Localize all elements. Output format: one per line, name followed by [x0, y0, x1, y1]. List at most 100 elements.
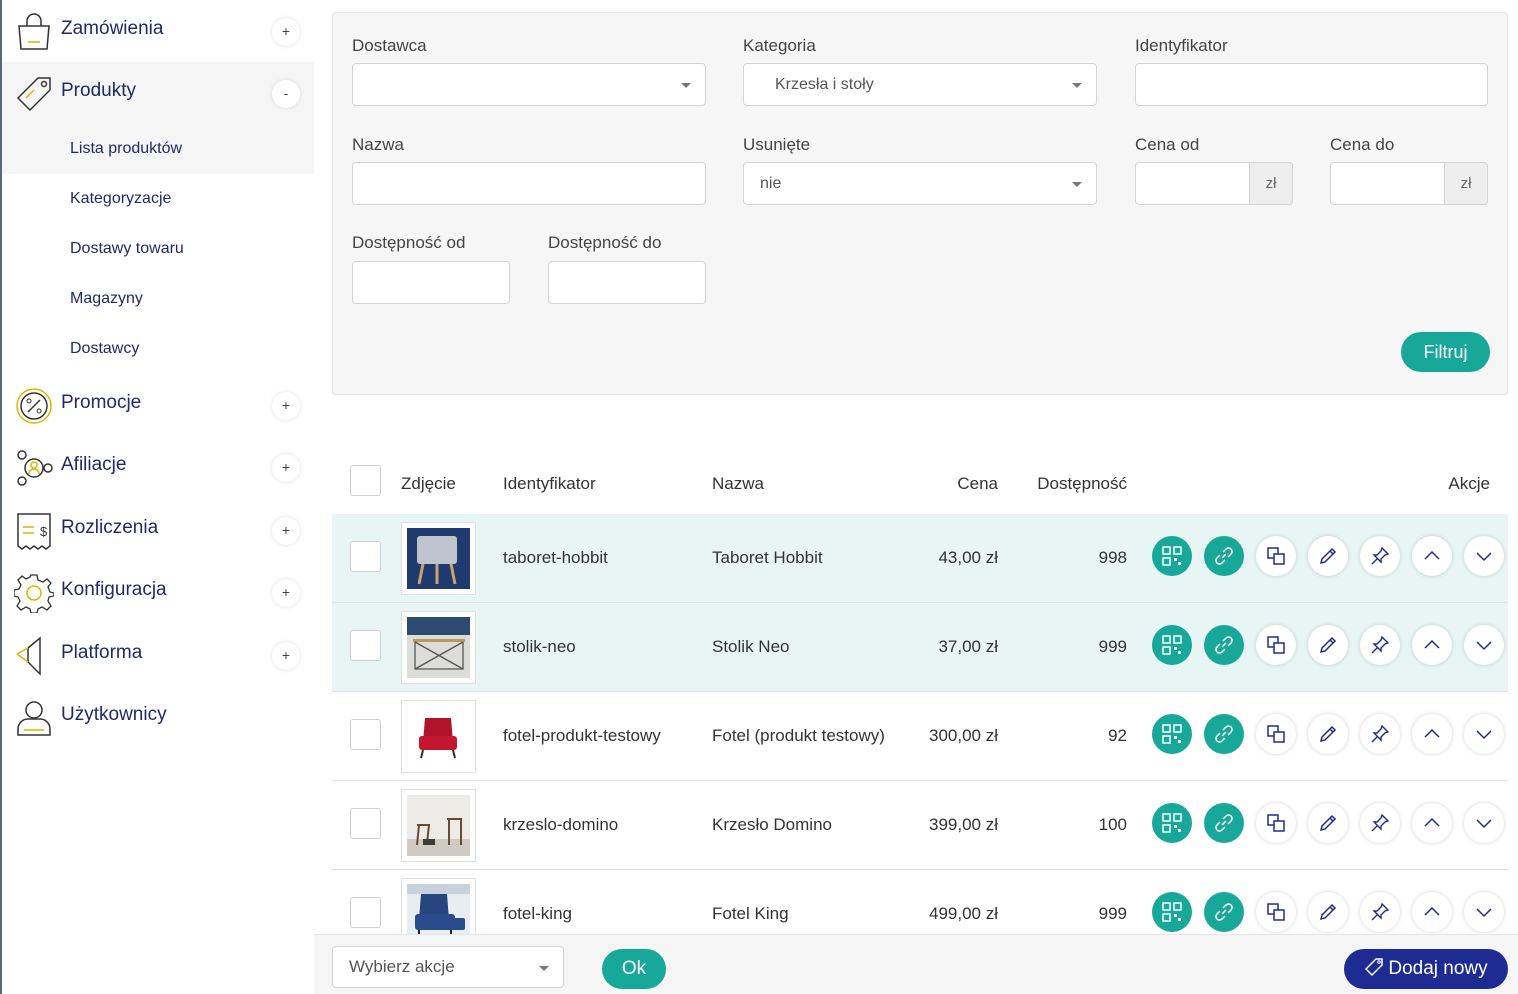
link-button[interactable]	[1204, 803, 1244, 843]
supplier-select[interactable]	[352, 63, 706, 106]
edit-button[interactable]	[1308, 536, 1348, 576]
link-button[interactable]	[1204, 536, 1244, 576]
collapse-toggle[interactable]: -	[272, 80, 300, 108]
edit-button[interactable]	[1308, 803, 1348, 843]
nav-item-settlements[interactable]: $ Rozliczenia +	[2, 499, 314, 561]
header-actions: Akcje	[1448, 474, 1490, 493]
expand-toggle[interactable]: +	[272, 392, 300, 420]
nav-item-configuration[interactable]: Konfiguracja +	[2, 561, 314, 623]
move-down-button[interactable]	[1464, 892, 1504, 932]
product-name: Krzesło Domino	[712, 815, 832, 834]
nav-item-affiliates[interactable]: Afiliacje +	[2, 436, 314, 498]
move-down-button[interactable]	[1464, 803, 1504, 843]
deleted-select[interactable]: nie	[743, 162, 1097, 205]
product-name: Stolik Neo	[712, 637, 790, 656]
expand-toggle[interactable]: +	[272, 642, 300, 670]
add-new-button[interactable]: Dodaj nowy	[1344, 949, 1508, 989]
caret-down-icon	[1072, 182, 1082, 187]
link-button[interactable]	[1204, 625, 1244, 665]
expand-toggle[interactable]: +	[272, 517, 300, 545]
subnav-warehouses[interactable]: Magazyny	[70, 290, 143, 308]
duplicate-button[interactable]	[1256, 714, 1296, 754]
table-row: krzeslo-domino Krzesło Domino 399,00 zł …	[332, 781, 1508, 870]
expand-toggle[interactable]: +	[272, 579, 300, 607]
move-up-button[interactable]	[1412, 625, 1452, 665]
filter-button[interactable]: Filtruj	[1401, 332, 1490, 372]
subnav-categorization[interactable]: Kategoryzacje	[70, 190, 171, 208]
identifier-input[interactable]	[1135, 63, 1488, 106]
product-identifier[interactable]: stolik-neo	[503, 637, 576, 657]
move-up-button[interactable]	[1412, 714, 1452, 754]
chevron-down-icon	[1476, 730, 1492, 740]
product-identifier[interactable]: krzeslo-domino	[503, 815, 618, 835]
availability-to-input[interactable]	[548, 261, 706, 304]
row-checkbox[interactable]	[350, 541, 381, 572]
pin-icon	[1371, 546, 1390, 565]
nav-label: Produkty	[61, 80, 136, 101]
duplicate-button[interactable]	[1256, 536, 1296, 576]
row-checkbox[interactable]	[350, 808, 381, 839]
product-thumbnail[interactable]	[401, 611, 476, 684]
category-select[interactable]: Krzesła i stoły	[743, 63, 1097, 106]
subnav-suppliers[interactable]: Dostawcy	[70, 340, 139, 358]
expand-toggle[interactable]: +	[272, 454, 300, 482]
chevron-down-icon	[1476, 552, 1492, 562]
sidebar: Zamówienia + Produkty - Lista produktów …	[0, 0, 314, 994]
shopping-bag-icon	[18, 13, 50, 50]
product-identifier[interactable]: fotel-king	[503, 904, 572, 924]
nav-label: Afiliacje	[61, 454, 127, 475]
price-to-input[interactable]: zł	[1330, 162, 1488, 205]
ok-button[interactable]: Ok	[602, 949, 666, 989]
bulk-action-select[interactable]: Wybierz akcje	[332, 946, 564, 988]
edit-button[interactable]	[1308, 625, 1348, 665]
subnav-product-list[interactable]: Lista produktów	[70, 140, 182, 158]
edit-button[interactable]	[1308, 892, 1348, 932]
pin-button[interactable]	[1360, 892, 1400, 932]
duplicate-icon	[1267, 903, 1285, 921]
qr-code-button[interactable]	[1152, 536, 1192, 576]
pin-button[interactable]	[1360, 625, 1400, 665]
price-tag-icon	[16, 77, 51, 112]
move-down-button[interactable]	[1464, 714, 1504, 754]
qr-code-button[interactable]	[1152, 892, 1192, 932]
nav-item-users[interactable]: Użytkownicy	[2, 686, 314, 748]
product-thumbnail[interactable]	[401, 522, 476, 595]
row-checkbox[interactable]	[350, 719, 381, 750]
availability-from-input[interactable]	[352, 261, 510, 304]
product-thumbnail[interactable]	[401, 700, 476, 773]
edit-button[interactable]	[1308, 714, 1348, 754]
row-checkbox[interactable]	[350, 630, 381, 661]
product-identifier[interactable]: fotel-produkt-testowy	[503, 726, 661, 746]
link-button[interactable]	[1204, 714, 1244, 754]
deleted-label: Usunięte	[743, 135, 811, 154]
link-icon	[1215, 547, 1233, 565]
name-input[interactable]	[352, 162, 706, 205]
qr-code-button[interactable]	[1152, 714, 1192, 754]
duplicate-button[interactable]	[1256, 892, 1296, 932]
move-up-button[interactable]	[1412, 892, 1452, 932]
nav-item-promotions[interactable]: Promocje +	[2, 374, 314, 436]
qr-code-icon	[1162, 546, 1182, 566]
move-up-button[interactable]	[1412, 803, 1452, 843]
duplicate-button[interactable]	[1256, 625, 1296, 665]
expand-toggle[interactable]: +	[272, 18, 300, 46]
duplicate-icon	[1267, 547, 1285, 565]
move-down-button[interactable]	[1464, 536, 1504, 576]
nav-item-orders[interactable]: Zamówienia +	[2, 0, 314, 62]
product-thumbnail[interactable]	[401, 789, 476, 862]
pin-button[interactable]	[1360, 714, 1400, 754]
product-identifier[interactable]: taboret-hobbit	[503, 548, 608, 568]
row-checkbox[interactable]	[350, 897, 381, 928]
move-down-button[interactable]	[1464, 625, 1504, 665]
duplicate-button[interactable]	[1256, 803, 1296, 843]
pin-button[interactable]	[1360, 536, 1400, 576]
select-all-checkbox[interactable]	[350, 465, 381, 496]
move-up-button[interactable]	[1412, 536, 1452, 576]
price-from-input[interactable]: zł	[1135, 162, 1293, 205]
link-button[interactable]	[1204, 892, 1244, 932]
nav-item-platform[interactable]: Platforma +	[2, 624, 314, 686]
subnav-deliveries[interactable]: Dostawy towaru	[70, 240, 184, 258]
pin-button[interactable]	[1360, 803, 1400, 843]
qr-code-button[interactable]	[1152, 803, 1192, 843]
qr-code-button[interactable]	[1152, 625, 1192, 665]
